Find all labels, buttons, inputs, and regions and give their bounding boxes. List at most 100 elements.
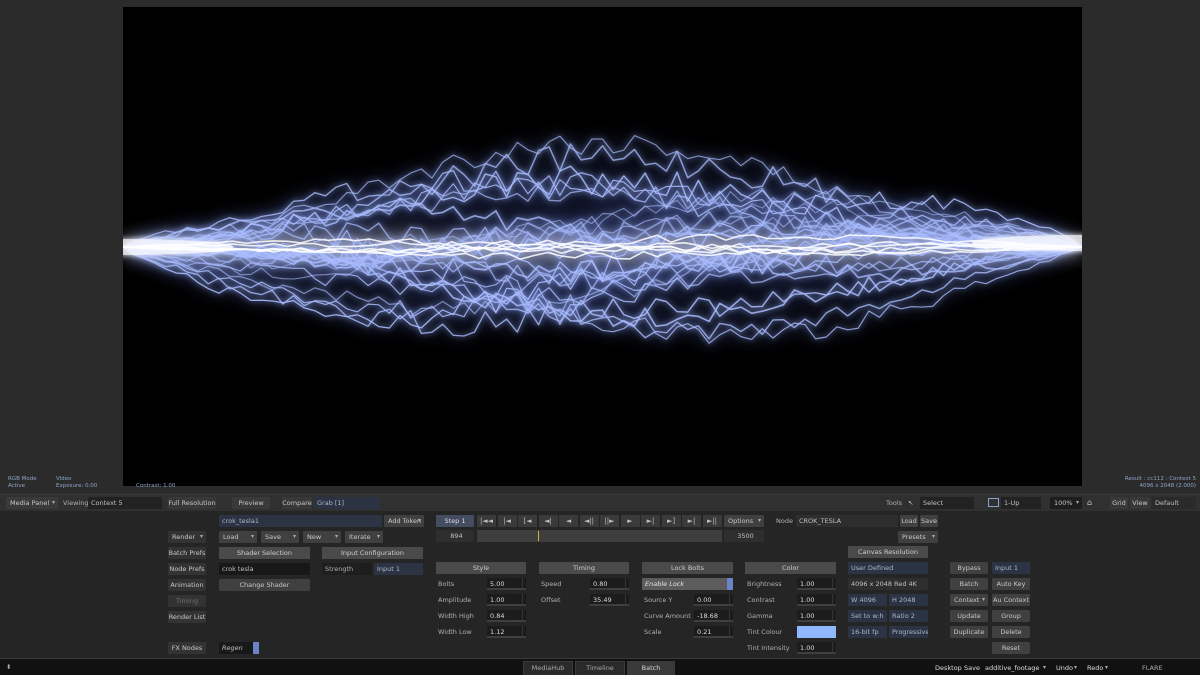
end-frame-field[interactable]: 3500 [724,530,764,542]
tab-timeline[interactable]: Timeline [575,661,625,675]
step-start-button[interactable]: |◄ [497,515,517,527]
next-frame-button[interactable]: ► [620,515,640,527]
tint-colour-swatch[interactable] [797,626,836,638]
tab-batch[interactable]: Batch [627,661,675,675]
next-key-button[interactable]: ►| [641,515,660,527]
footer-save-button[interactable]: Save [964,662,980,674]
reset-button[interactable]: Reset [992,642,1030,654]
prev-frame-button[interactable]: ◄ [559,515,578,527]
select-tool-field[interactable]: Select [920,497,974,509]
scan-mode-field[interactable]: Progressive [889,626,928,638]
width-high-field[interactable]: 0.84 [487,610,526,622]
preview-button[interactable]: Preview [232,497,270,509]
context-dropdown[interactable]: Context [950,594,988,606]
grid-button[interactable]: Grid [1110,497,1128,509]
media-panel-button[interactable]: Media Panel [6,497,58,509]
new-dropdown[interactable]: New [303,531,341,543]
node-save-button[interactable]: Save [920,515,938,527]
gamma-field[interactable]: 1.00 [797,610,836,622]
step-field[interactable]: Step 1 [436,515,474,527]
canvas-mode-field[interactable]: User Defined [848,562,928,574]
options-dropdown[interactable]: Options [724,515,764,527]
canvas-height-field[interactable]: H 2048 [889,594,928,606]
home-icon[interactable]: ⌂ [1087,497,1097,509]
tab-mediahub[interactable]: MediaHub [523,661,573,675]
bypass-input-field[interactable]: Input 1 [992,562,1030,574]
render-dropdown[interactable]: Render [168,531,206,543]
speed-field[interactable]: 0.80 [590,578,629,590]
batch-prefs-button[interactable]: Batch Prefs [168,547,206,559]
desktop-label[interactable]: Desktop [935,662,962,674]
timing-button[interactable]: Timing [168,595,206,607]
offset-field[interactable]: 35.49 [590,594,629,606]
delete-button[interactable]: Delete [992,626,1030,638]
update-button[interactable]: Update [950,610,988,622]
layout-field[interactable]: 1-Up [1001,497,1041,509]
regen-field[interactable]: Regen [219,642,253,654]
width-low-field[interactable]: 1.12 [487,626,526,638]
add-token-dropdown[interactable]: Add Token [384,515,424,527]
step-end-button[interactable]: ►| [682,515,701,527]
scale-field[interactable]: 0.21 [694,626,733,638]
expand-icon[interactable]: ⬍ [6,661,16,673]
presets-dropdown[interactable]: Presets [898,531,938,543]
ratio-field[interactable]: Ratio 2 [889,610,928,622]
node-load-button[interactable]: Load [900,515,918,527]
mark-in-button[interactable]: [◄ [518,515,537,527]
grab-field[interactable]: Grab [1] [314,497,380,509]
bypass-button[interactable]: Bypass [950,562,988,574]
change-shader-button[interactable]: Change Shader [219,579,310,591]
setup-name-field[interactable]: crok_tesla1 [219,515,382,527]
go-start-button[interactable]: |◄◄ [477,515,496,527]
render-canvas[interactable] [123,7,1082,486]
strength-input-field[interactable]: Input 1 [374,563,423,575]
prev-key-button[interactable]: ◄| [538,515,558,527]
node-name-field[interactable]: CROK_TESLA [796,515,898,527]
source-y-field[interactable]: 0.00 [694,594,733,606]
mark-out-button[interactable]: ►] [661,515,681,527]
play-forward-button[interactable]: ||► [600,515,619,527]
save-dropdown[interactable]: Save [261,531,299,543]
full-resolution-button[interactable]: Full Resolution [168,497,216,509]
compare-button[interactable]: Compare [282,497,312,509]
enable-lock-toggle[interactable]: Enable Lock [642,578,727,590]
render-list-button[interactable]: Render List [168,611,206,623]
iterate-dropdown[interactable]: Iterate [345,531,383,543]
go-end-button[interactable]: ►|| [702,515,722,527]
auto-key-button[interactable]: Auto Key [992,578,1030,590]
animation-button[interactable]: Animation [168,579,206,591]
brightness-field[interactable]: 1.00 [797,578,836,590]
project-dropdown[interactable]: additive_footage [981,662,1049,674]
bit-depth-field[interactable]: 16-bit fp [848,626,887,638]
canvas-preset-field[interactable]: 4096 x 2048 Red 4K [848,578,928,590]
curve-amount-field[interactable]: -18.68 [694,610,733,622]
start-frame-field[interactable]: 894 [436,530,474,542]
tint-intensity-field[interactable]: 1.00 [797,642,836,654]
canvas-width-field[interactable]: W 4096 [848,594,887,606]
bolts-field[interactable]: 5.00 [487,578,526,590]
contrast-field[interactable]: 1.00 [797,594,836,606]
duplicate-button[interactable]: Duplicate [950,626,988,638]
shader-name-field[interactable]: crok tesla [219,563,310,575]
timeline-scrubber[interactable] [477,530,722,542]
zoom-dropdown[interactable]: 100% [1050,497,1082,509]
cursor-icon[interactable]: ↖ [908,497,918,509]
group-button[interactable]: Group [992,610,1030,622]
play-reverse-button[interactable]: ◄|| [579,515,599,527]
au-context-button[interactable]: Au Context [992,594,1030,606]
node-prefs-button[interactable]: Node Prefs [168,563,206,575]
batch-button[interactable]: Batch [950,578,988,590]
playhead[interactable] [538,531,540,541]
view-button[interactable]: View [1130,497,1150,509]
set-to-wh-button[interactable]: Set to w:h [848,610,887,622]
load-dropdown[interactable]: Load [219,531,257,543]
redo-dropdown[interactable]: Redo [1083,662,1111,674]
amplitude-field[interactable]: 1.00 [487,594,526,606]
view-preset-field[interactable]: Default [1152,497,1196,509]
layout-icon[interactable] [988,498,999,507]
undo-dropdown[interactable]: Undo [1052,662,1080,674]
viewing-field[interactable]: Context 5 [88,497,162,509]
regen-toggle[interactable] [253,642,259,654]
viewport-state: Active [8,483,26,489]
fx-nodes-button[interactable]: FX Nodes [168,642,206,654]
